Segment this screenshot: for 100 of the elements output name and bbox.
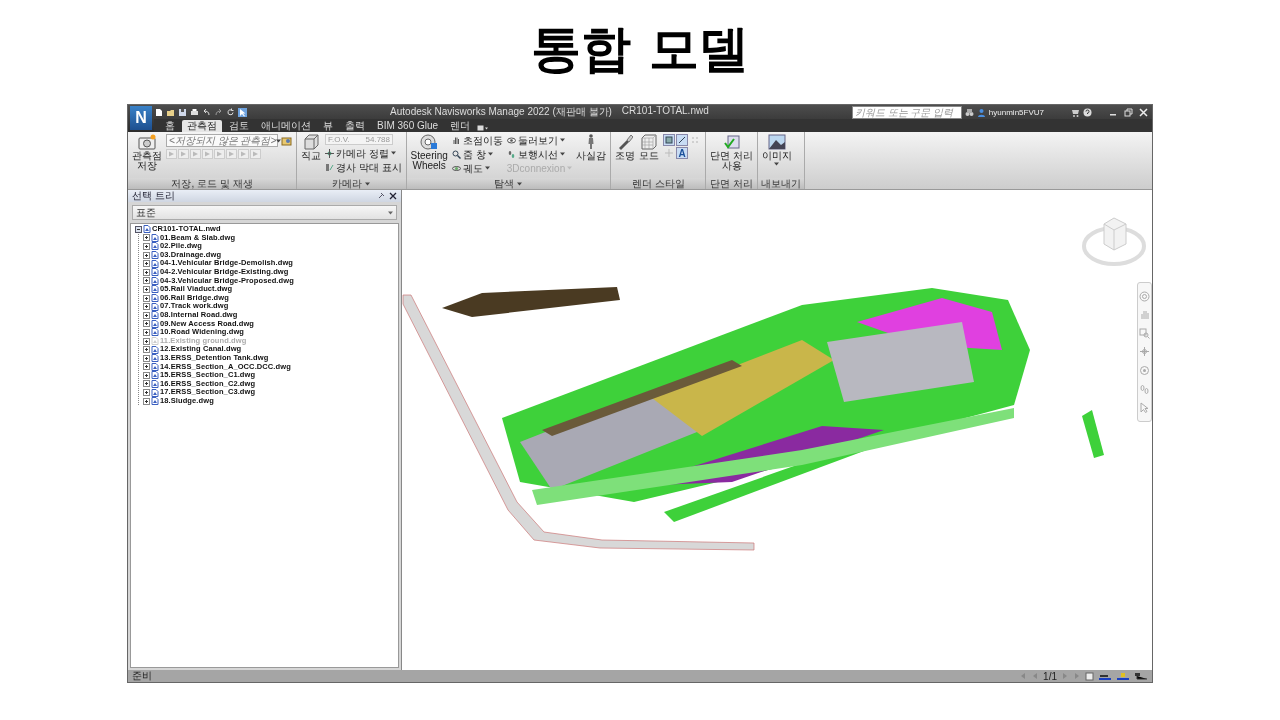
camera-icon xyxy=(138,134,156,150)
tree-view-dropdown[interactable]: 표준 xyxy=(132,205,397,220)
caret-icon xyxy=(559,152,565,156)
expand-icon[interactable] xyxy=(143,251,150,259)
shaded-box-icon[interactable] xyxy=(663,134,676,146)
ribbon-tab[interactable]: 홈 xyxy=(160,120,180,132)
expand-icon[interactable] xyxy=(143,311,150,319)
caret-icon xyxy=(390,151,396,155)
expand-icon[interactable] xyxy=(143,277,150,285)
ribbon-tab[interactable]: 검토 xyxy=(224,120,254,132)
expand-icon[interactable] xyxy=(143,371,150,379)
slide-title: 통합 모델 xyxy=(531,18,749,80)
ribbon-tab[interactable]: 출력 xyxy=(340,120,370,132)
pin-icon[interactable] xyxy=(377,192,385,200)
zoom-window-button[interactable]: 줌 창 xyxy=(451,148,503,160)
ribbon-tab[interactable]: 렌더 xyxy=(445,120,476,132)
cart-icon[interactable] xyxy=(1071,107,1080,117)
expand-icon[interactable] xyxy=(143,294,150,302)
cube-icon xyxy=(303,134,319,150)
file-icon[interactable] xyxy=(154,107,163,117)
ribbon-tab[interactable]: 뷰 xyxy=(318,120,338,132)
file-name: CR101-TOTAL.nwd xyxy=(621,105,709,119)
wheel-icon xyxy=(420,134,439,150)
enable-sectioning-button[interactable]: 단면 처리 사용 xyxy=(710,134,753,171)
expand-icon[interactable] xyxy=(143,303,150,311)
flashlight-icon xyxy=(617,134,634,150)
application-button[interactable]: N xyxy=(130,106,152,130)
expand-icon[interactable] xyxy=(143,243,150,250)
expand-icon[interactable] xyxy=(143,285,150,293)
cursor-icon[interactable] xyxy=(238,107,247,117)
redo-icon[interactable] xyxy=(214,107,223,117)
lighting-button[interactable]: 조명 xyxy=(615,134,636,161)
panel-title: 저장, 로드 및 재생 xyxy=(171,178,253,189)
panel-title: 렌더 스타일 xyxy=(631,178,685,189)
ribbon-tab[interactable]: 애니메이션 xyxy=(256,120,316,132)
expand-icon[interactable] xyxy=(143,337,150,345)
user-icon[interactable] xyxy=(976,107,986,117)
save-viewpoint-button[interactable]: 관측점 저장 xyxy=(132,134,162,171)
expand-icon[interactable] xyxy=(143,268,150,276)
help-icon[interactable] xyxy=(1083,107,1092,117)
restore-icon[interactable] xyxy=(1124,107,1133,117)
mode-button[interactable]: 모드 xyxy=(639,134,660,161)
status-text: 준비 xyxy=(132,669,153,683)
orbit-button[interactable]: 궤도 xyxy=(451,162,503,174)
zoom-icon xyxy=(451,149,461,159)
expand-icon[interactable] xyxy=(143,260,150,268)
caret-icon xyxy=(276,138,282,143)
printer-icon[interactable] xyxy=(190,107,199,117)
expand-icon[interactable] xyxy=(143,397,150,405)
orthographic-button[interactable]: 직교 xyxy=(301,134,321,161)
binoculars-icon[interactable] xyxy=(964,107,974,117)
crosshair-icon xyxy=(325,148,334,158)
panel-title: 탐색 xyxy=(494,178,515,189)
line-icon[interactable] xyxy=(676,134,689,146)
panel-title: 선택 트리 xyxy=(132,189,175,203)
expand-icon[interactable] xyxy=(143,328,150,336)
ribbon-tab[interactable]: 관측점 xyxy=(182,120,222,132)
dropdown-icon[interactable] xyxy=(477,124,490,132)
caret-icon xyxy=(774,162,780,166)
sheet-icon[interactable] xyxy=(1085,671,1094,681)
realism-button[interactable]: 사실감 xyxy=(576,134,607,161)
caret-icon xyxy=(365,181,371,186)
steering-wheels-button[interactable]: Steering Wheels xyxy=(410,134,448,171)
section-box-icon xyxy=(722,134,741,150)
refresh-icon[interactable] xyxy=(226,107,235,117)
tilt-bar-button[interactable]: 경사 막대 표시 xyxy=(325,161,402,173)
viewpoint-dropdown[interactable]: <저장되지 않은 관측점> xyxy=(166,134,278,147)
page-indicator: 1/1 xyxy=(1043,670,1057,682)
eye-icon xyxy=(506,135,516,145)
text-toggle[interactable]: A xyxy=(676,147,689,159)
caret-icon xyxy=(388,210,393,215)
expand-icon[interactable] xyxy=(143,389,150,397)
expand-icon[interactable] xyxy=(143,346,150,354)
folder-gear-icon[interactable] xyxy=(281,135,292,146)
walk-button[interactable]: 보행시선 xyxy=(506,148,573,160)
user-name[interactable]: hyunmin5FVU7 xyxy=(988,107,1044,117)
align-camera-button[interactable]: 카메라 정렬 xyxy=(325,147,402,159)
expand-icon[interactable] xyxy=(143,320,150,328)
folder-icon[interactable] xyxy=(166,107,175,117)
expand-icon[interactable] xyxy=(143,234,150,242)
search-field[interactable]: 키워드 또는 구문 입력 xyxy=(851,105,962,119)
expand-icon[interactable] xyxy=(143,380,150,388)
window-title: Autodesk Navisworks Manage 2022 (재판매 불가) xyxy=(390,105,612,120)
look-around-button[interactable]: 둘러보기 xyxy=(506,134,573,146)
footprints-icon xyxy=(506,149,516,159)
panel-title: 내보내기 xyxy=(760,178,801,189)
panel-title: 카메라 xyxy=(332,178,363,189)
tilt-icon xyxy=(325,162,334,172)
caret-icon xyxy=(559,138,565,142)
collapse-icon[interactable] xyxy=(135,225,142,233)
ribbon-tab[interactable]: BIM 360 Glue xyxy=(372,120,444,132)
caret-icon xyxy=(487,152,493,156)
expand-icon[interactable] xyxy=(143,363,150,371)
undo-icon[interactable] xyxy=(202,107,211,117)
pan-button[interactable]: 초점이동 xyxy=(451,134,503,146)
save-icon[interactable] xyxy=(178,107,187,117)
close-icon[interactable] xyxy=(389,192,397,200)
image-button[interactable]: 이미지 xyxy=(761,134,792,166)
caret-icon xyxy=(517,181,523,186)
expand-icon[interactable] xyxy=(143,354,150,362)
